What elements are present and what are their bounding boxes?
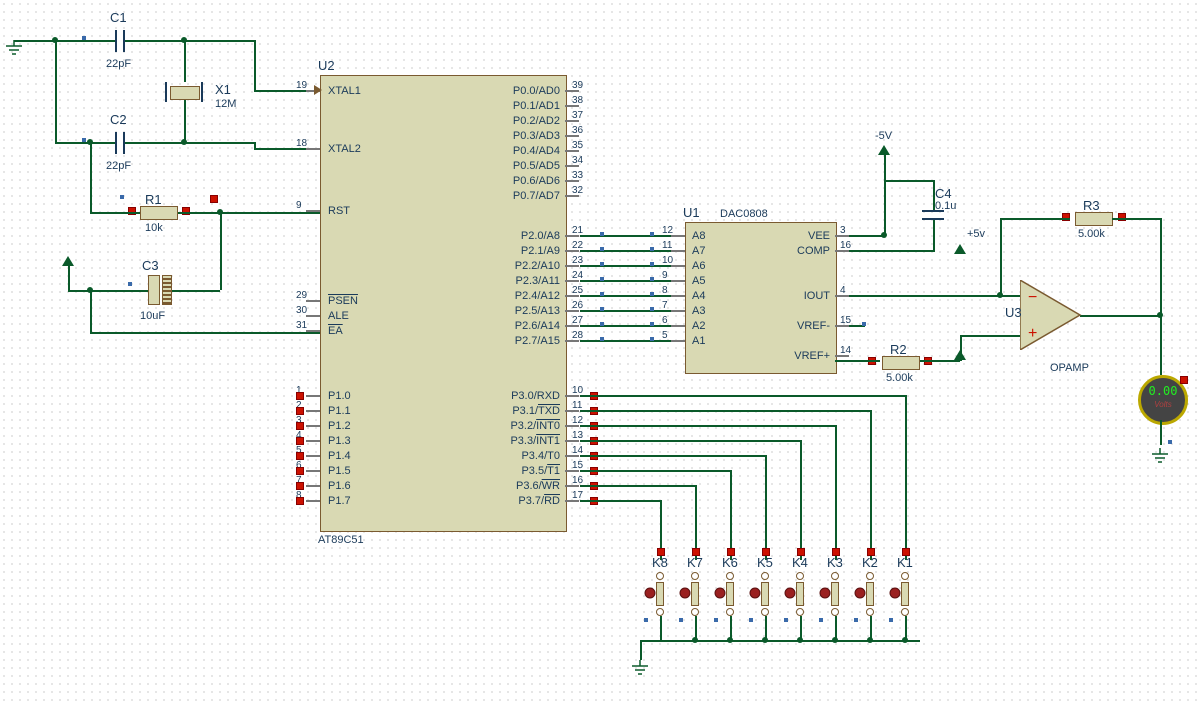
switch-K1: K1 (897, 555, 913, 570)
r2-body (882, 356, 920, 370)
gnd-left (4, 40, 24, 60)
c2-val: 22pF (106, 160, 131, 172)
xtal-p2 (201, 82, 203, 102)
mcu-part: AT89C51 (318, 534, 364, 546)
dot-grid-background (0, 0, 1197, 706)
r3-ref: R3 (1083, 198, 1100, 213)
r1-t3 (210, 195, 218, 203)
switch-K3: K3 (827, 555, 843, 570)
vref-neg-node (862, 322, 866, 326)
meter-n (1168, 440, 1172, 444)
x1-ref: X1 (215, 82, 231, 97)
c3-stripe (162, 275, 172, 305)
dac-part: DAC0808 (720, 208, 768, 220)
c4-val: 0.1u (935, 200, 956, 212)
c3-ref: C3 (142, 258, 159, 273)
c2-plate1 (115, 132, 117, 154)
dac-ref: U1 (683, 205, 700, 220)
c1-val: 22pF (106, 58, 131, 70)
r1-n1 (120, 195, 124, 199)
r2-val: 5.00k (886, 372, 913, 384)
switch-K8: K8 (652, 555, 668, 570)
c4-ref: C4 (935, 186, 952, 201)
c2-ref: C2 (110, 112, 127, 127)
c1-ref: C1 (110, 10, 127, 25)
opamp-ref: U3 (1005, 305, 1022, 320)
r1-t1 (128, 207, 136, 215)
mcu-ref: U2 (318, 58, 335, 73)
switch-gnd (630, 660, 650, 680)
meter-pos (1180, 376, 1188, 384)
meter-value: 0.00 (1141, 378, 1185, 398)
r1-ref: R1 (145, 192, 162, 207)
opamp-part: OPAMP (1050, 362, 1089, 374)
vcc-arrow-1 (62, 256, 74, 266)
c3-n (128, 282, 132, 286)
c1-plate1 (115, 30, 117, 52)
r2-ref: R2 (890, 342, 907, 357)
r1-t2 (182, 207, 190, 215)
r3-t1 (1062, 213, 1070, 221)
svg-text:−: − (1028, 289, 1037, 306)
r3-body (1075, 212, 1113, 226)
pos5v-label: +5v (967, 228, 985, 240)
xtal-p1 (165, 82, 167, 102)
r1-val: 10k (145, 222, 163, 234)
r1-body (140, 206, 178, 220)
opamp-gnd (952, 380, 968, 394)
opamp-triangle: − + (1020, 280, 1090, 350)
neg5v-arrow (878, 145, 890, 155)
c3-val: 10uF (140, 310, 165, 322)
switch-K5: K5 (757, 555, 773, 570)
r3-t2 (1118, 213, 1126, 221)
switch-K4: K4 (792, 555, 808, 570)
svg-text:+: + (1028, 325, 1037, 342)
meter-unit: Volts (1154, 400, 1172, 409)
crystal-body (170, 86, 200, 100)
r3-val: 5.00k (1078, 228, 1105, 240)
pos5v-arrow (954, 244, 966, 254)
x1-val: 12M (215, 98, 236, 110)
switch-K2: K2 (862, 555, 878, 570)
switch-K6: K6 (722, 555, 738, 570)
neg5v-label: -5V (875, 130, 892, 142)
c3-body (148, 275, 160, 305)
meter-gnd (1150, 448, 1170, 468)
switch-K7: K7 (687, 555, 703, 570)
